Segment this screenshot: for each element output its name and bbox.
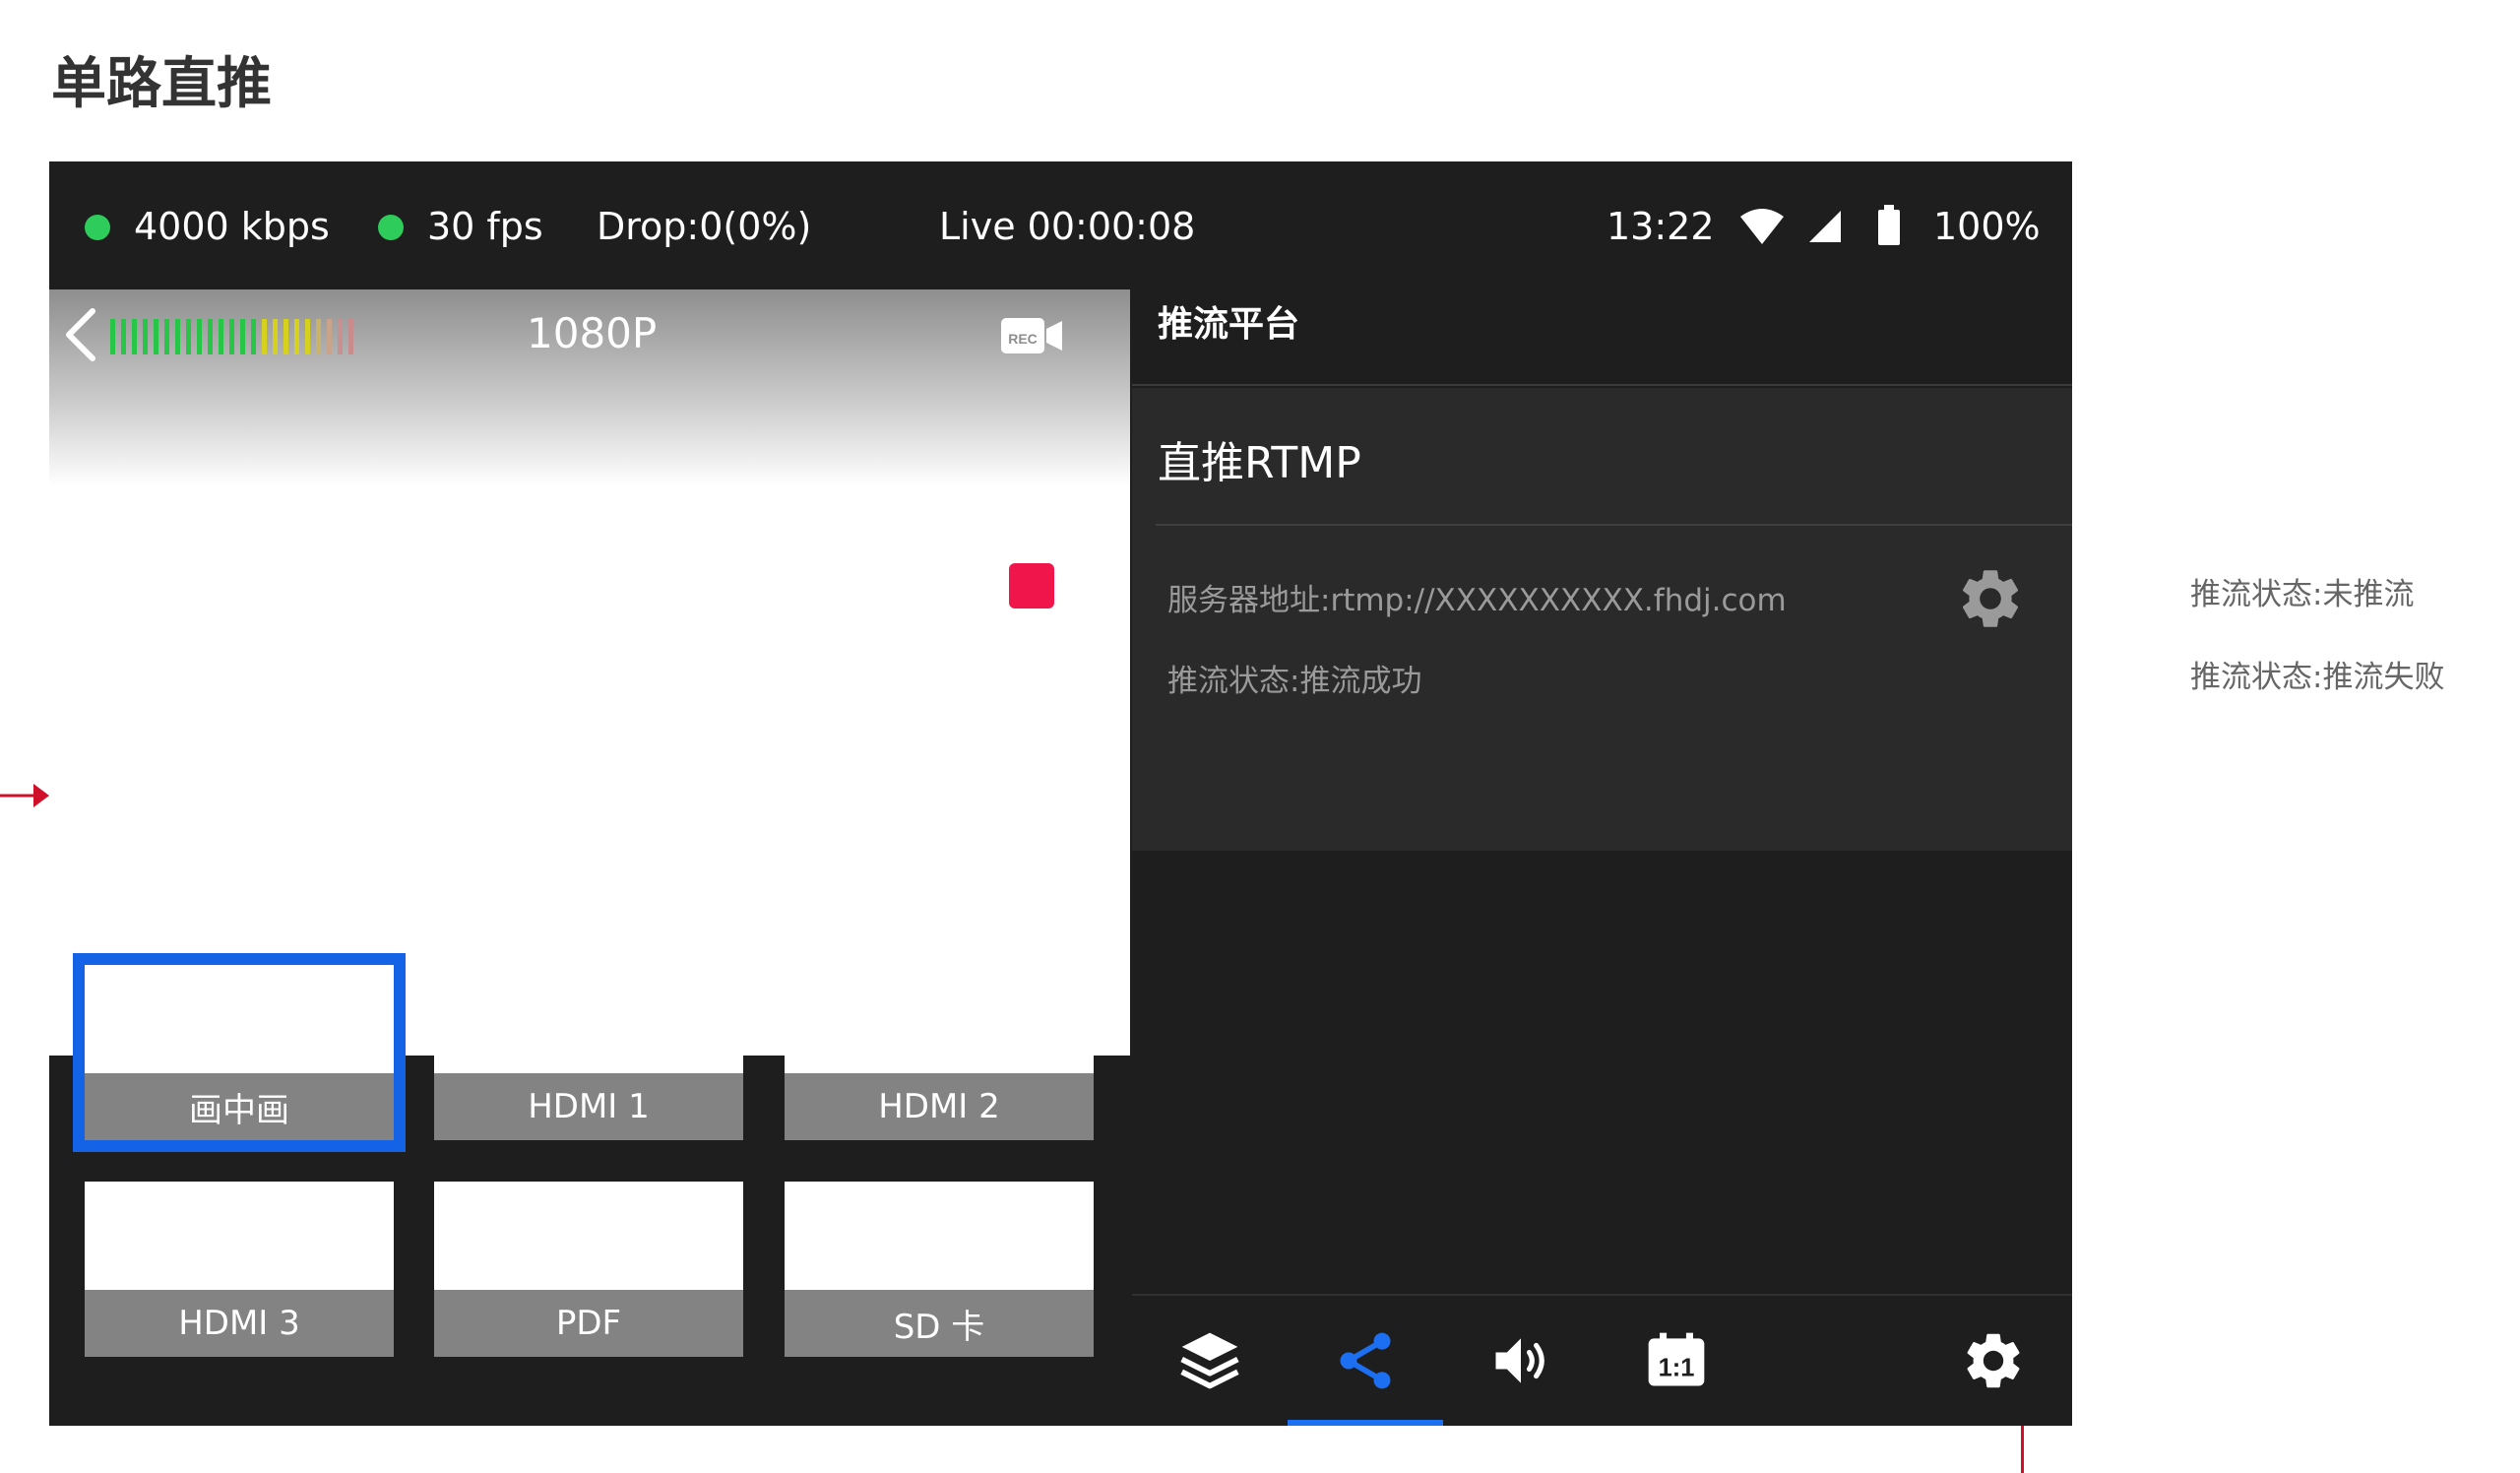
- platform-settings-gear-icon[interactable]: [1955, 563, 2026, 634]
- platform-name: 直推RTMP: [1158, 438, 1361, 488]
- tab-settings[interactable]: [1916, 1296, 2071, 1426]
- svg-text:1:1: 1:1: [1659, 1355, 1695, 1382]
- source-tile-label: PDF: [434, 1290, 743, 1357]
- active-tab-underline: [1288, 1420, 1443, 1426]
- meter-bar: [175, 319, 180, 354]
- live-timer: Live 00:00:08: [939, 205, 1196, 248]
- stream-status-line: 推流状态:推流成功: [1167, 656, 1421, 700]
- tab-share[interactable]: [1288, 1296, 1443, 1426]
- source-tile-hdmi2[interactable]: HDMI 2: [785, 965, 1094, 1140]
- page: 单路直推 4000 kbps 30 fps Drop:0(0%) Live 00…: [0, 0, 2520, 1473]
- stream-status-label: 推流状态:: [1167, 664, 1300, 699]
- wifi-icon: [1740, 209, 1784, 244]
- annotation-pointer-line: [2021, 1426, 2024, 1473]
- bitrate-readout: 4000 kbps: [134, 205, 330, 248]
- bottom-toolbar: 1:1: [1132, 1294, 2072, 1426]
- share-icon: [1340, 1332, 1391, 1389]
- stream-platform-panel: 推流平台 直推RTMP 服务器地址:rtmp://XXXXXXXXXX.fhdj…: [1132, 289, 2072, 1426]
- meter-bar: [327, 319, 332, 354]
- device-screen: 4000 kbps 30 fps Drop:0(0%) Live 00:00:0…: [49, 161, 2072, 1426]
- meter-bar: [305, 319, 310, 354]
- meter-bar: [154, 319, 158, 354]
- battery-icon: [1878, 205, 1900, 245]
- meter-bar: [229, 319, 234, 354]
- meter-bar: [132, 319, 137, 354]
- meter-bar: [164, 319, 169, 354]
- resolution-label[interactable]: 1080P: [527, 309, 657, 357]
- svg-text:REC: REC: [1008, 331, 1038, 347]
- aspect-ratio-1-1-icon: 1:1: [1648, 1332, 1705, 1386]
- battery-percent: 100%: [1933, 205, 2041, 248]
- meter-bar: [348, 319, 353, 354]
- tab-layers[interactable]: [1132, 1296, 1288, 1426]
- panel-title: 推流平台: [1158, 304, 1300, 345]
- source-tile-pdf[interactable]: PDF: [434, 1182, 743, 1357]
- source-tile-label: SD 卡: [785, 1290, 1094, 1357]
- meter-bar: [273, 319, 278, 354]
- server-address-value: rtmp://XXXXXXXXXX.fhdj.com: [1330, 583, 1787, 618]
- stream-status-value: 推流成功: [1299, 664, 1422, 699]
- meter-bar: [316, 319, 321, 354]
- layers-icon: [1180, 1332, 1239, 1389]
- cellular-signal-icon: [1809, 211, 1841, 242]
- panel-header: 推流平台: [1132, 289, 2072, 386]
- meter-bar: [262, 319, 267, 354]
- source-tile-hdmi1[interactable]: HDMI 1: [434, 965, 743, 1140]
- status-bar: 4000 kbps 30 fps Drop:0(0%) Live 00:00:0…: [49, 161, 2072, 289]
- meter-bar: [338, 319, 343, 354]
- meter-bar: [251, 319, 256, 354]
- platform-card-rtmp[interactable]: 直推RTMP 服务器地址:rtmp://XXXXXXXXXX.fhdj.com …: [1132, 388, 2072, 851]
- note-status-failed: 推流状态:推流失败: [2190, 660, 2445, 695]
- meter-bar: [186, 319, 191, 354]
- page-title: 单路直推: [51, 52, 272, 116]
- meter-bar: [197, 319, 202, 354]
- source-tile-label: HDMI 1: [434, 1073, 743, 1140]
- meter-bar: [143, 319, 148, 354]
- server-address-label: 服务器地址:: [1167, 583, 1331, 618]
- source-tile-hdmi3[interactable]: HDMI 3: [85, 1182, 394, 1357]
- video-preview[interactable]: 1080P REC: [49, 289, 1130, 1056]
- fps-readout: 30 fps: [427, 205, 543, 248]
- source-tile-label: HDMI 3: [85, 1290, 394, 1357]
- clock: 13:22: [1606, 205, 1715, 248]
- meter-bar: [110, 319, 115, 354]
- tab-aspect-ratio[interactable]: 1:1: [1599, 1296, 1754, 1426]
- source-tile-pip[interactable]: 画中画: [73, 953, 406, 1152]
- source-tile-label: HDMI 2: [785, 1073, 1094, 1140]
- settings-gear-icon: [1967, 1333, 2020, 1388]
- meter-bar: [294, 319, 299, 354]
- note-status-idle: 推流状态:未推流: [2190, 577, 2415, 612]
- volume-icon: [1495, 1338, 1544, 1383]
- drop-readout: Drop:0(0%): [597, 205, 812, 248]
- back-chevron-icon[interactable]: [61, 307, 100, 362]
- bitrate-indicator-dot: [85, 215, 110, 240]
- rec-camera-icon[interactable]: REC: [999, 315, 1064, 356]
- meter-bar: [208, 319, 213, 354]
- recording-indicator[interactable]: [1009, 563, 1054, 608]
- card-divider: [1156, 524, 2072, 526]
- server-address-line: 服务器地址:rtmp://XXXXXXXXXX.fhdj.com: [1167, 575, 1787, 619]
- meter-bar: [121, 319, 126, 354]
- annotation-arrow-icon: [0, 784, 49, 807]
- tab-audio[interactable]: [1443, 1296, 1599, 1426]
- meter-bar: [219, 319, 223, 354]
- source-tile-label: 画中画: [85, 1073, 394, 1140]
- fps-indicator-dot: [378, 215, 404, 240]
- meter-bar: [240, 319, 245, 354]
- meter-bar: [284, 319, 288, 354]
- source-tile-sd[interactable]: SD 卡: [785, 1182, 1094, 1357]
